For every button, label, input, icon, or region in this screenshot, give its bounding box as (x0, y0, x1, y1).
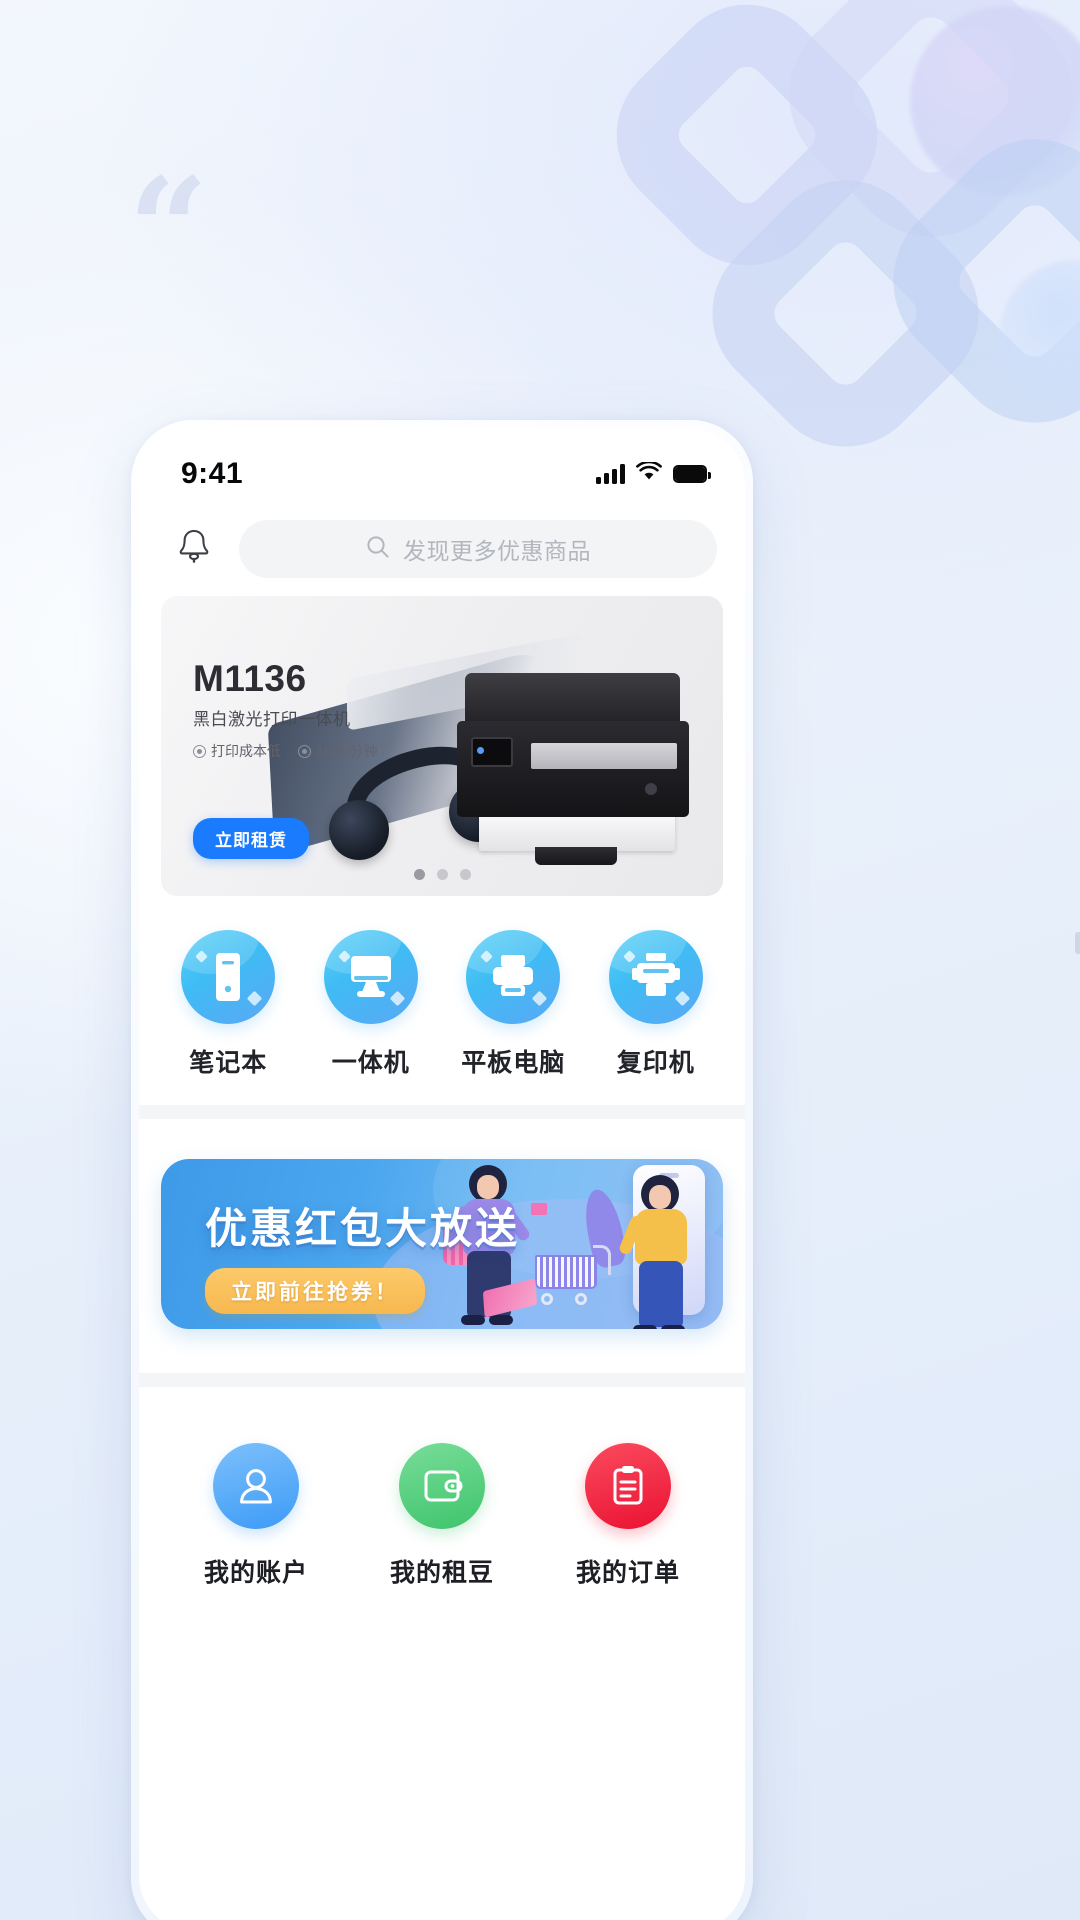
user-icon (213, 1443, 299, 1529)
status-icons (596, 460, 711, 486)
carousel-dots[interactable] (161, 869, 723, 880)
promo-shopping-cart (535, 1245, 611, 1309)
account-action-my-account[interactable]: 我的账户 (171, 1443, 341, 1589)
category-label: 复印机 (616, 1049, 695, 1077)
wifi-icon (636, 460, 662, 486)
bell-icon (175, 527, 213, 572)
clipboard-icon (585, 1443, 671, 1529)
copier-icon (608, 930, 703, 1024)
hero-subtitle: 黑白激光打印一体机 (193, 710, 351, 729)
search-input[interactable]: 发现更多优惠商品 (239, 520, 717, 578)
laptop-tower-icon (181, 930, 276, 1024)
hero-rent-now-button[interactable]: 立即租赁 (193, 818, 309, 859)
search-placeholder-text: 发现更多优惠商品 (403, 538, 591, 564)
hero-feature: 18页/分钟 (298, 741, 377, 761)
phone-mockup-frame: 9:41 发现更多优惠商品 M1136 黑白激光打印一体机 打印成本低 18页/… (131, 420, 753, 1920)
category-item-tablet[interactable]: 平板电脑 (448, 930, 578, 1079)
status-bar: 9:41 (139, 428, 745, 506)
bullet-dot-icon (298, 744, 311, 758)
promo-banner[interactable]: 优惠红包大放送 立即前往抢券！ (161, 1159, 723, 1329)
account-action-my-orders[interactable]: 我的订单 (543, 1443, 713, 1589)
carousel-dot[interactable] (413, 869, 425, 880)
category-grid: 笔记本 一体机 平板电脑 复印机 (157, 930, 727, 1079)
battery-icon (673, 465, 711, 483)
account-action-my-points[interactable]: 我的租豆 (357, 1443, 527, 1589)
scroll-indicator-nub (1075, 932, 1080, 954)
category-item-all-in-one[interactable]: 一体机 (306, 930, 436, 1079)
category-label: 一体机 (331, 1049, 410, 1077)
notifications-button[interactable] (171, 526, 217, 572)
desktop-monitor-icon (323, 930, 418, 1024)
hero-feature-label: 打印成本低 (211, 743, 281, 759)
account-action-label: 我的租豆 (389, 1559, 494, 1587)
carousel-dot[interactable] (436, 869, 448, 880)
wallet-icon (399, 1443, 485, 1529)
hero-feature: 打印成本低 (193, 741, 281, 761)
hero-title: M1136 (193, 658, 307, 699)
account-action-label: 我的账户 (203, 1559, 308, 1587)
printer-product-image (457, 673, 695, 888)
phone-screen: 9:41 发现更多优惠商品 M1136 黑白激光打印一体机 打印成本低 18页/… (139, 428, 745, 1920)
section-divider (139, 1105, 745, 1119)
hero-banner-carousel[interactable]: M1136 黑白激光打印一体机 打印成本低 18页/分钟 立即租赁 (161, 596, 723, 896)
category-label: 平板电脑 (461, 1049, 566, 1077)
printer-device-icon (466, 930, 561, 1024)
status-time: 9:41 (181, 457, 244, 490)
hero-feature-list: 打印成本低 18页/分钟 (193, 741, 377, 761)
hero-feature-label: 18页/分钟 (316, 743, 378, 759)
search-icon (365, 534, 391, 565)
promo-person-pusher (615, 1175, 707, 1329)
account-action-label: 我的订单 (575, 1559, 680, 1587)
bullet-dot-icon (193, 744, 206, 758)
category-item-laptop[interactable]: 笔记本 (163, 930, 293, 1079)
category-item-copier[interactable]: 复印机 (591, 930, 721, 1079)
quote-mark-icon: “ (128, 148, 211, 312)
category-label: 笔记本 (189, 1049, 268, 1077)
category-section: 笔记本 一体机 平板电脑 复印机 (139, 896, 745, 1105)
account-actions-grid: 我的账户 我的租豆 我的订单 (163, 1443, 721, 1589)
account-actions-section: 我的账户 我的租豆 我的订单 (139, 1387, 745, 1635)
promo-section: 优惠红包大放送 立即前往抢券！ (139, 1119, 745, 1373)
signal-bars-icon (596, 464, 625, 484)
promo-claim-coupon-button[interactable]: 立即前往抢券！ (205, 1268, 425, 1314)
hero-text-block: M1136 黑白激光打印一体机 打印成本低 18页/分钟 (193, 658, 377, 761)
section-divider (139, 1373, 745, 1387)
carousel-dot[interactable] (459, 869, 471, 880)
promo-text-block: 优惠红包大放送 立即前往抢券！ (205, 1195, 520, 1314)
promo-title: 优惠红包大放送 (205, 1205, 521, 1252)
app-header: 发现更多优惠商品 (139, 506, 745, 596)
